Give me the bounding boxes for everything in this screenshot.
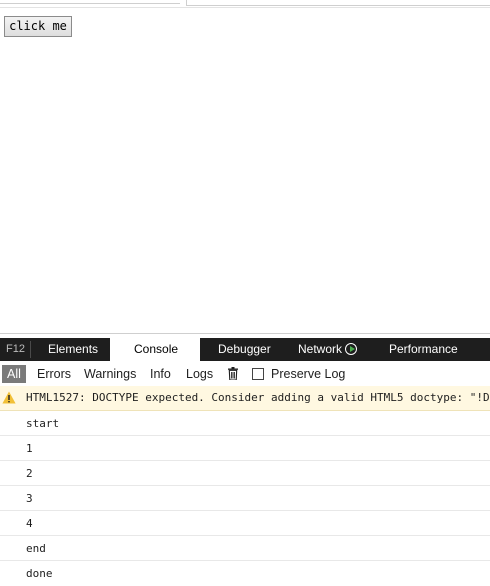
log-row: start	[0, 411, 490, 436]
click-me-button[interactable]: click me	[4, 16, 72, 37]
preserve-log-label[interactable]: Preserve Log	[271, 365, 345, 383]
log-text[interactable]: done	[26, 561, 53, 586]
log-row: 2	[0, 461, 490, 486]
filter-info[interactable]: Info	[150, 365, 171, 383]
top-strip-right-edge	[186, 0, 490, 6]
devtools-tab-bar: F12 Elements Console Debugger Network Pe…	[0, 334, 490, 361]
log-text[interactable]: 3	[26, 486, 33, 510]
log-text[interactable]: 1	[26, 436, 33, 460]
record-icon[interactable]	[345, 343, 358, 355]
filter-all[interactable]: All	[2, 365, 26, 383]
top-strip-left-edge	[0, 0, 180, 4]
tab-network-label: Network	[298, 342, 343, 356]
log-text[interactable]: start	[26, 411, 59, 435]
log-row: 4	[0, 511, 490, 536]
f12-label: F12	[6, 343, 25, 355]
warning-message[interactable]: HTML1527: DOCTYPE expected. Consider add…	[26, 386, 490, 410]
filter-warnings[interactable]: Warnings	[84, 365, 136, 383]
filter-logs[interactable]: Logs	[186, 365, 213, 383]
log-row: done	[0, 561, 490, 586]
console-filter-bar: All Errors Warnings Info Logs Preserve L…	[0, 361, 490, 387]
filter-errors[interactable]: Errors	[37, 365, 71, 383]
log-row: end	[0, 536, 490, 561]
preserve-log-checkbox[interactable]	[252, 368, 264, 380]
log-text[interactable]: end	[26, 536, 46, 560]
tab-separator	[30, 341, 31, 358]
tab-debugger[interactable]: Debugger	[218, 338, 271, 361]
tab-performance[interactable]: Performance	[389, 338, 458, 361]
log-row: 1	[0, 436, 490, 461]
tab-console[interactable]: Console	[110, 334, 200, 361]
tab-elements[interactable]: Elements	[48, 338, 98, 361]
log-row-warning: HTML1527: DOCTYPE expected. Consider add…	[0, 386, 490, 411]
console-log: HTML1527: DOCTYPE expected. Consider add…	[0, 386, 490, 586]
log-text[interactable]: 2	[26, 461, 33, 485]
log-text[interactable]: 4	[26, 511, 33, 535]
tab-network[interactable]: Network	[298, 338, 358, 361]
trash-icon[interactable]	[228, 367, 238, 380]
warning-icon	[2, 391, 16, 404]
log-row: 3	[0, 486, 490, 511]
browser-top-strip	[0, 0, 490, 8]
